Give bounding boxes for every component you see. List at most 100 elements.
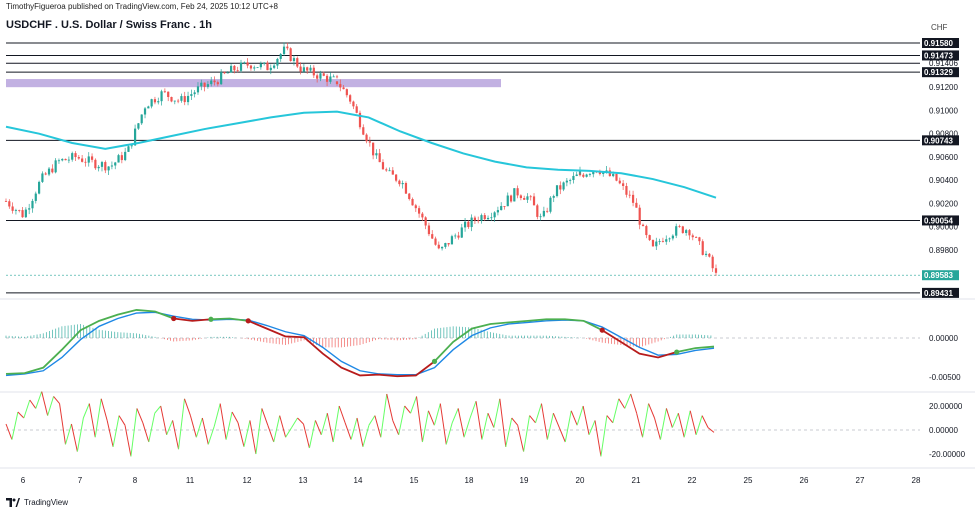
- candle-body: [160, 91, 163, 102]
- candle-body: [365, 134, 368, 142]
- osc-segment: [529, 415, 536, 424]
- osc-segment: [540, 403, 548, 440]
- candle-body: [229, 65, 233, 73]
- candle-body: [516, 188, 519, 196]
- zone-rect: [6, 79, 501, 88]
- osc-segment: [564, 410, 572, 443]
- osc-segment: [427, 410, 435, 426]
- candle-body: [424, 217, 427, 226]
- candle-body: [444, 243, 447, 247]
- osc-segment: [106, 420, 114, 447]
- candle-body: [273, 65, 276, 68]
- candle-body: [496, 210, 500, 213]
- osc-segment: [350, 417, 358, 440]
- osc-segment: [475, 401, 483, 440]
- candle-body: [612, 173, 615, 177]
- candle-body: [645, 226, 648, 236]
- candle-body: [513, 188, 516, 202]
- candle-body: [523, 198, 526, 200]
- candle-body: [411, 199, 414, 206]
- candle-body: [130, 145, 133, 147]
- candle-body: [302, 67, 305, 72]
- price-chart[interactable]: 0.915800.914730.914060.913290.907430.900…: [0, 0, 975, 511]
- candle-body: [173, 100, 176, 102]
- candle-body: [486, 217, 490, 220]
- osc-segment: [421, 410, 429, 443]
- candle-body: [635, 202, 638, 208]
- osc-segment: [659, 408, 667, 440]
- candle-body: [322, 73, 325, 76]
- osc-segment: [17, 411, 25, 419]
- candle-body: [467, 221, 470, 228]
- macd-line: [5, 309, 175, 375]
- time-tick: 12: [243, 476, 252, 485]
- candle-body: [312, 67, 315, 76]
- osc-segment: [189, 415, 197, 438]
- osc-segment: [493, 398, 501, 428]
- candle-body: [532, 196, 536, 206]
- horizontal-levels[interactable]: 0.915800.914730.914060.913290.907430.900…: [6, 38, 959, 298]
- macd-cross-dot: [208, 316, 214, 322]
- osc-segment: [70, 423, 78, 452]
- candle-body: [388, 170, 391, 172]
- candle-body: [87, 156, 90, 163]
- candle-body: [651, 240, 655, 247]
- candle-body: [114, 162, 117, 166]
- time-tick: 21: [632, 476, 641, 485]
- candle-body: [249, 65, 253, 69]
- candle-body: [21, 210, 24, 218]
- candle-body: [256, 67, 259, 69]
- osc-segment: [94, 398, 102, 438]
- osc-segment: [451, 408, 459, 423]
- candle-body: [417, 208, 421, 214]
- osc-segment: [636, 413, 644, 438]
- osc-segment: [11, 411, 19, 440]
- osc-segment: [320, 413, 328, 435]
- osc-segment: [570, 410, 578, 426]
- candle-body: [153, 99, 157, 103]
- macd-cross-dot: [171, 315, 177, 322]
- price-tick: 0.89800: [929, 246, 958, 255]
- candle-body: [714, 268, 718, 273]
- time-axis[interactable]: 6 7 8 11 12 13 14 15 18 19 20 21 22 25 26 27 28: [21, 476, 921, 485]
- candle-body: [94, 159, 97, 169]
- osc-segment: [362, 425, 370, 447]
- candle-body: [688, 230, 691, 236]
- candles-layer: [4, 42, 718, 277]
- candle-body: [529, 196, 532, 198]
- candle-body: [698, 237, 701, 242]
- candle-body: [483, 215, 486, 220]
- candle-body: [216, 82, 219, 85]
- candle-body: [526, 196, 529, 200]
- candle-body: [661, 241, 665, 243]
- candle-body: [408, 193, 411, 200]
- osc-segment: [88, 403, 96, 438]
- osc-segment: [398, 405, 406, 435]
- candle-body: [503, 206, 506, 207]
- candle-body: [4, 201, 8, 202]
- osc-segment: [59, 403, 66, 445]
- candle-body: [196, 86, 200, 93]
- osc-segment: [314, 420, 322, 435]
- candle-body: [622, 183, 625, 186]
- osc-segment: [130, 408, 138, 457]
- candle-body: [391, 170, 394, 175]
- osc-segment: [505, 417, 513, 447]
- candle-body: [578, 174, 582, 176]
- osc-segment: [457, 408, 465, 438]
- supply-zone: [6, 79, 501, 88]
- tradingview-footer[interactable]: TradingView: [6, 495, 68, 509]
- candle-body: [569, 180, 572, 181]
- candle-body: [641, 224, 645, 227]
- macd-cross-dot: [431, 358, 438, 364]
- candle-body: [210, 80, 213, 85]
- osc-segment: [76, 417, 84, 452]
- osc-segment: [136, 408, 144, 423]
- candle-body: [127, 146, 130, 152]
- candle-body: [11, 206, 14, 211]
- osc-segment: [41, 391, 49, 416]
- candle-body: [342, 87, 345, 90]
- candle-body: [572, 175, 575, 181]
- osc-segment: [499, 398, 507, 447]
- candle-body: [585, 174, 588, 177]
